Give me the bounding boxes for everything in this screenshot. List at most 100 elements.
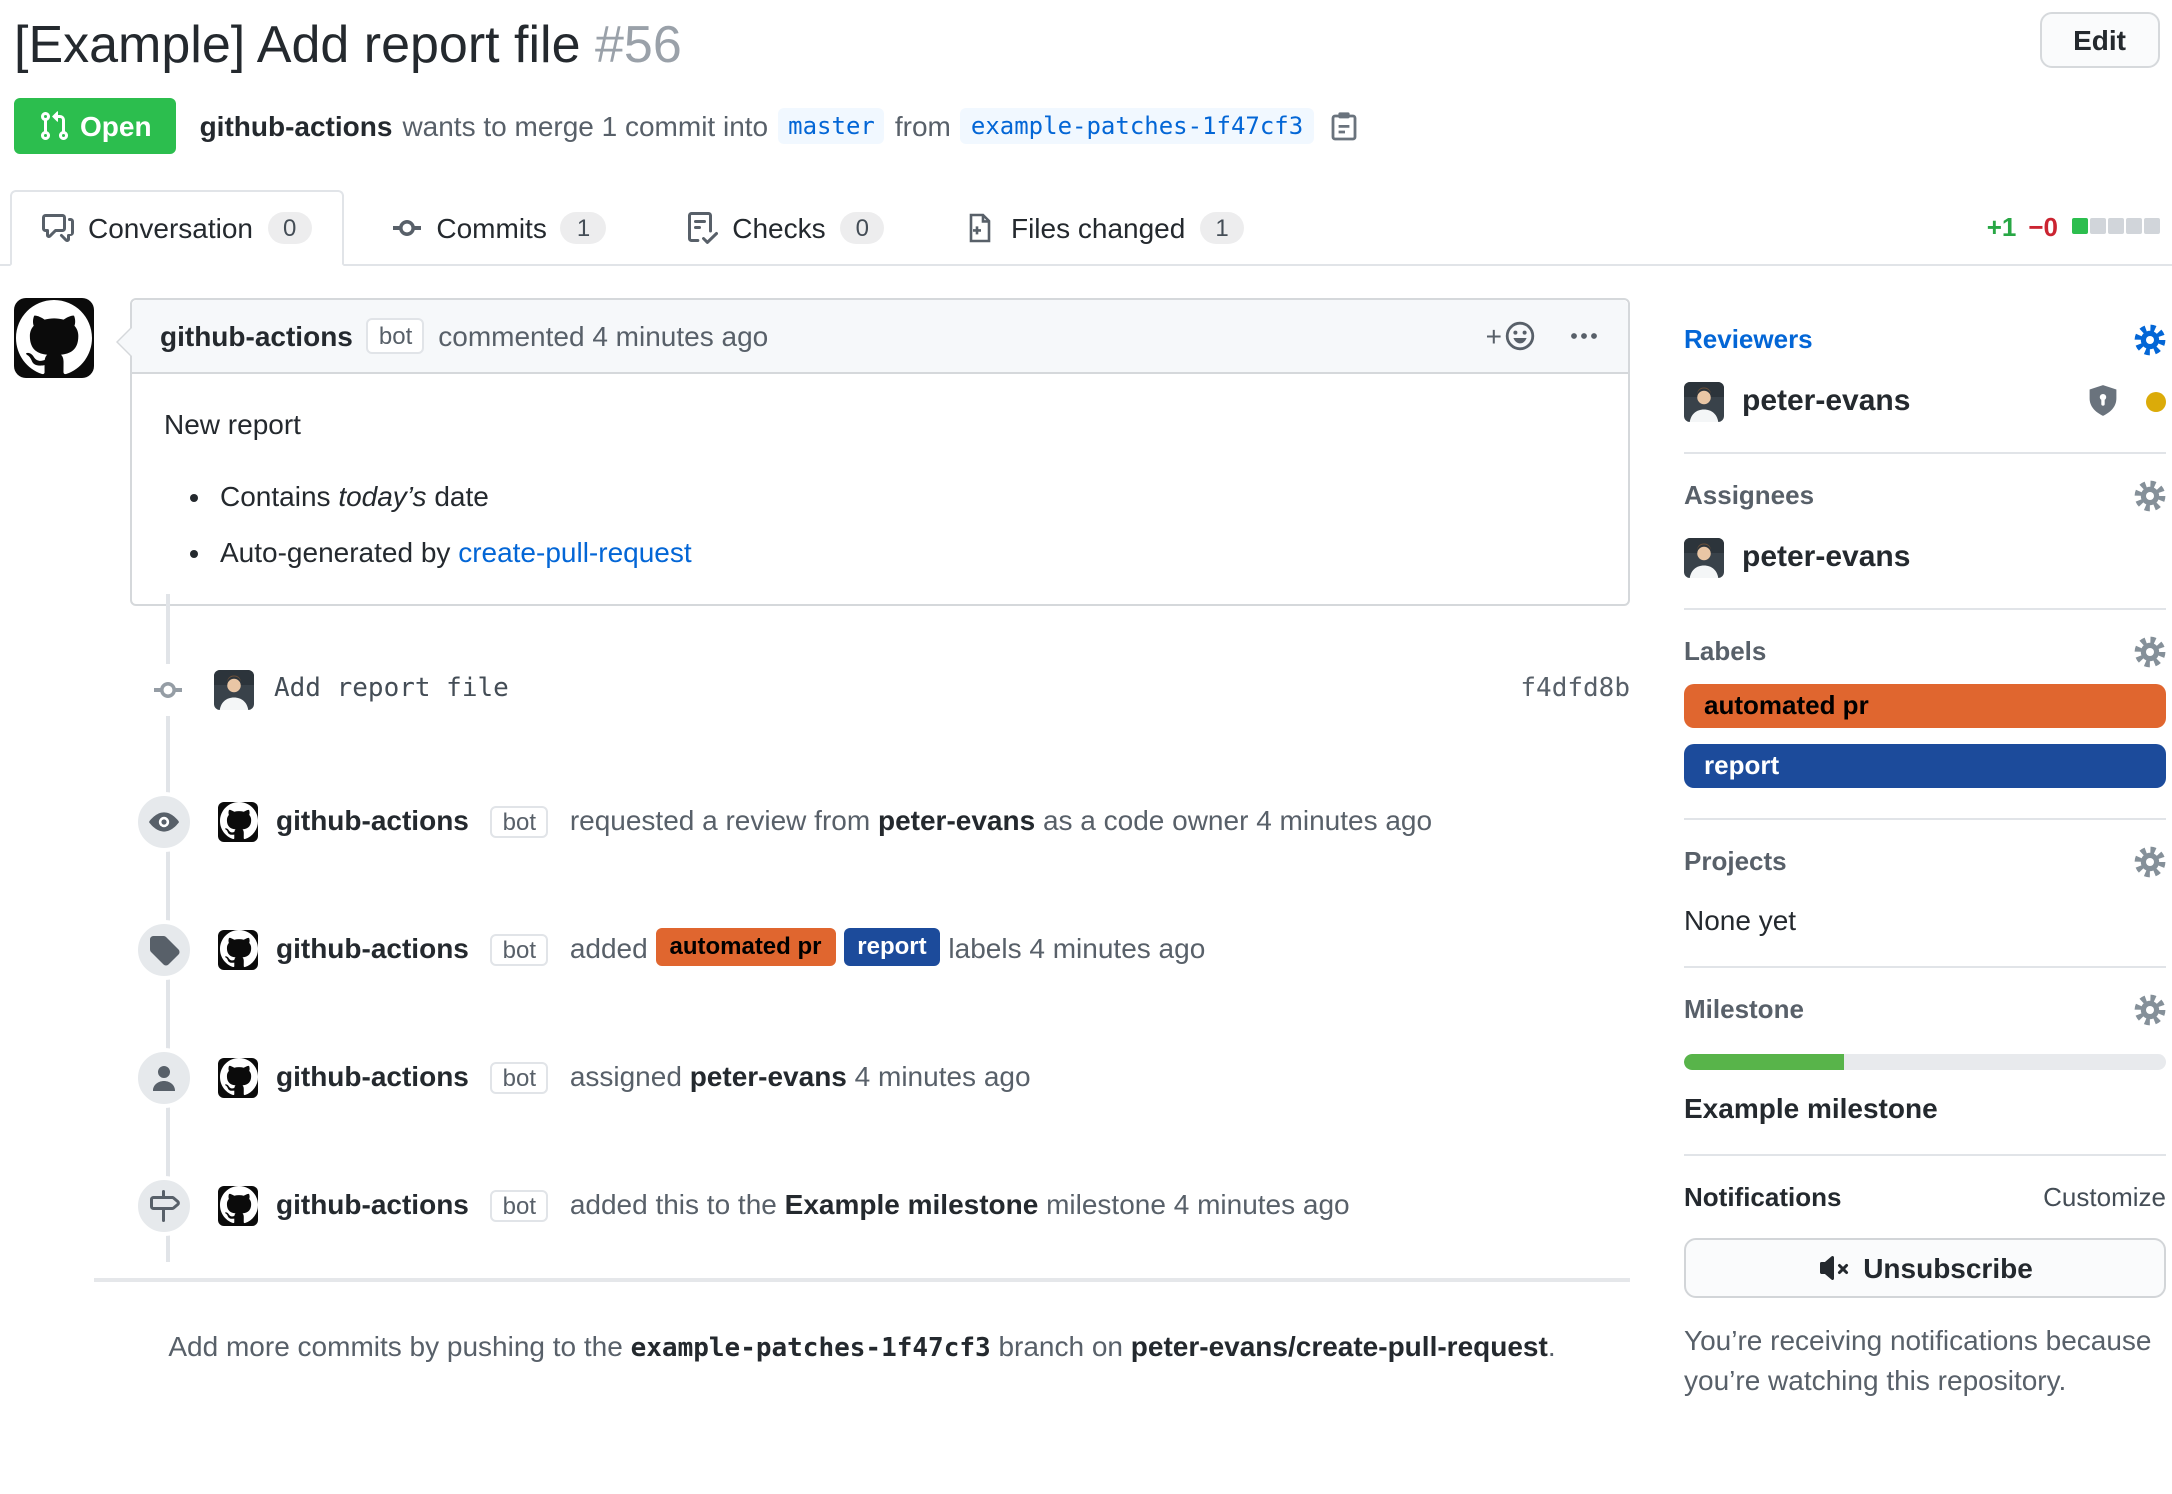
event-actor-link[interactable]: github-actions: [276, 1189, 469, 1221]
pr-author-link[interactable]: github-actions: [200, 109, 393, 141]
reviewer-name[interactable]: peter-evans: [1742, 384, 1910, 418]
discussion-column: github-actions bot commented 4 minutes a…: [14, 297, 1630, 1430]
event-text: github-actions bot added this to the Exa…: [276, 1183, 1350, 1228]
gear-icon[interactable]: [2134, 635, 2166, 667]
add-reaction-button[interactable]: +: [1486, 319, 1536, 351]
tab-commits[interactable]: Commits 1: [360, 189, 638, 265]
octocat-icon: [16, 299, 92, 375]
user-photo-avatar: [214, 669, 254, 709]
tag-icon: [134, 919, 194, 979]
timestamp-link[interactable]: 4 minutes ago: [1174, 1189, 1350, 1221]
octocat-icon: [219, 930, 257, 968]
octocat-icon: [219, 1058, 257, 1096]
label-chip-automated-pr[interactable]: automated pr: [655, 929, 835, 967]
label-chip-report[interactable]: report: [843, 929, 940, 967]
milestone-heading[interactable]: Milestone: [1684, 993, 2166, 1025]
diffstat-blocks: [2070, 218, 2160, 234]
diffstat-block-neutral: [2108, 218, 2124, 234]
pr-status-row: Open github-actions wants to merge 1 com…: [14, 97, 2160, 153]
note-text: Add more commits by pushing to the: [168, 1329, 622, 1361]
tab-checks[interactable]: Checks 0: [654, 189, 917, 265]
review-status-icons: [2086, 384, 2166, 418]
gear-icon[interactable]: [2134, 845, 2166, 877]
event-actor-link[interactable]: github-actions: [276, 805, 469, 837]
reviewer-link[interactable]: peter-evans: [878, 805, 1035, 837]
milestone-name-link[interactable]: Example milestone: [1684, 1091, 2166, 1123]
pr-meta-action: wants to merge 1 commit into: [402, 109, 768, 141]
file-diff-icon: [965, 211, 997, 243]
milestone-link[interactable]: Example milestone: [785, 1189, 1039, 1221]
comment-discussion-icon: [42, 211, 74, 243]
gear-icon[interactable]: [2134, 479, 2166, 511]
create-pull-request-link[interactable]: create-pull-request: [458, 535, 691, 567]
gear-icon[interactable]: [2134, 323, 2166, 355]
pr-page: [Example] Add report file #56 Edit Open …: [0, 0, 2172, 1494]
pr-meta-text: github-actions wants to merge 1 commit i…: [200, 107, 1360, 143]
section-title: Projects: [1684, 846, 1787, 876]
diffstat-additions: +1: [1987, 211, 2017, 241]
tab-files-changed[interactable]: Files changed 1: [933, 189, 1277, 265]
label-chip-report[interactable]: report: [1684, 743, 2166, 787]
assignee-name[interactable]: peter-evans: [1742, 540, 1910, 574]
bot-badge: bot: [491, 807, 548, 839]
tab-conversation[interactable]: Conversation 0: [10, 189, 344, 265]
comment-paragraph: New report: [164, 403, 1596, 445]
event-actor-link[interactable]: github-actions: [276, 1061, 469, 1093]
person-icon: [134, 1047, 194, 1107]
timestamp-link[interactable]: 4 minutes ago: [1029, 933, 1205, 965]
reviewer-row[interactable]: peter-evans: [1684, 381, 2166, 421]
unsubscribe-button[interactable]: Unsubscribe: [1684, 1237, 2166, 1297]
note-text: .: [1548, 1329, 1556, 1361]
comment-meta[interactable]: commented 4 minutes ago: [438, 319, 768, 351]
eye-icon: [134, 791, 194, 851]
event-text-part: as a code owner: [1043, 805, 1248, 837]
avatar[interactable]: [218, 1057, 258, 1097]
gear-icon[interactable]: [2134, 993, 2166, 1025]
projects-heading[interactable]: Projects: [1684, 845, 2166, 877]
bullet-italic-text: today’s: [338, 479, 426, 511]
avatar[interactable]: [218, 1185, 258, 1225]
labels-heading[interactable]: Labels: [1684, 635, 2166, 667]
customize-link[interactable]: Customize: [2043, 1181, 2166, 1211]
event-text: github-actions bot requested a review fr…: [276, 799, 1432, 844]
pr-meta-from: from: [895, 109, 951, 141]
milestone-progress-fill: [1684, 1053, 1843, 1069]
git-commit-icon: [152, 663, 184, 715]
pr-state-label: Open: [80, 109, 152, 141]
bullet-text: Auto-generated by: [220, 535, 450, 567]
octocat-icon: [219, 1186, 257, 1224]
title-row: [Example] Add report file #56 Edit: [14, 12, 2160, 77]
commit-sha-link[interactable]: f4dfd8b: [1520, 674, 1630, 704]
copy-branch-button[interactable]: [1327, 109, 1359, 141]
avatar[interactable]: [14, 297, 94, 377]
kebab-menu-button[interactable]: [1568, 319, 1600, 351]
tab-label: Checks: [732, 211, 825, 243]
avatar[interactable]: [218, 801, 258, 841]
assignees-heading[interactable]: Assignees: [1684, 479, 2166, 511]
timestamp-link[interactable]: 4 minutes ago: [855, 1061, 1031, 1093]
assignee-link[interactable]: peter-evans: [690, 1061, 847, 1093]
note-text: branch on: [998, 1329, 1123, 1361]
reviewers-heading[interactable]: Reviewers: [1684, 323, 2166, 355]
tab-count: 1: [1199, 211, 1244, 243]
label-chip-automated-pr[interactable]: automated pr: [1684, 683, 2166, 727]
milestone-progress-bar: [1684, 1053, 2166, 1069]
section-title: Notifications: [1684, 1181, 1841, 1211]
mute-icon: [1817, 1251, 1849, 1283]
comment-body: New report Contains today’s date Auto-ge…: [132, 373, 1628, 603]
commit-message-link[interactable]: Add report file: [274, 674, 509, 704]
comment-author-link[interactable]: github-actions: [160, 319, 353, 351]
notifications-description: You’re receiving notifications because y…: [1684, 1319, 2166, 1400]
comment-bullet-list: Contains today’s date Auto-generated by …: [164, 475, 1596, 573]
bot-badge: bot: [491, 935, 548, 967]
bullet-text: Contains: [220, 479, 331, 511]
avatar[interactable]: [214, 669, 254, 709]
edit-button[interactable]: Edit: [2039, 12, 2160, 68]
git-commit-icon: [392, 211, 422, 243]
timestamp-link[interactable]: 4 minutes ago: [1256, 805, 1432, 837]
event-text-part: requested a review from: [570, 805, 870, 837]
assignee-row[interactable]: peter-evans: [1684, 537, 2166, 577]
diffstat[interactable]: +1 −0: [1987, 211, 2160, 241]
avatar[interactable]: [218, 929, 258, 969]
event-actor-link[interactable]: github-actions: [276, 933, 469, 965]
